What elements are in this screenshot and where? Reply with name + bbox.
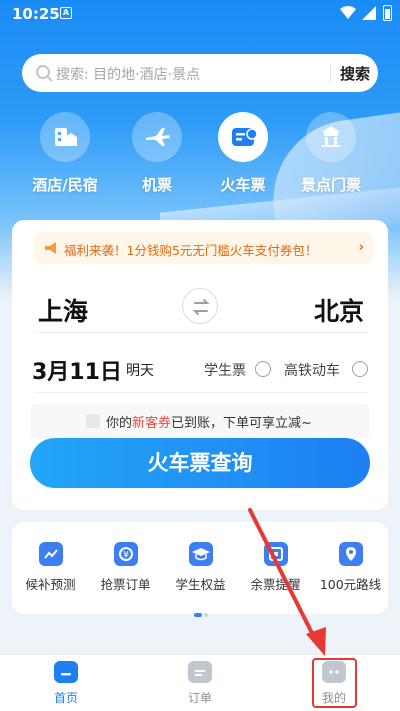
student-ticket-label: 学生票 <box>204 363 246 379</box>
highspeed-checkbox[interactable] <box>352 361 368 377</box>
search-bar[interactable]: 搜索: 目的地·酒店·景点 搜索 <box>22 54 378 92</box>
coupon-notice: 你的新客券已到账，下单可享立减~ <box>30 404 370 438</box>
promo-banner[interactable]: 福利来袭！1分钱购5元无门槛火车支付券包！ › <box>34 232 374 264</box>
battery-icon <box>383 5 392 21</box>
student-ticket-checkbox[interactable] <box>255 361 271 377</box>
chevron-right-icon: › <box>358 240 364 255</box>
departure-date[interactable]: 3月11日 <box>32 354 122 386</box>
waitlist-chart-icon <box>38 542 63 566</box>
category-nav: 酒店/民宿 机票 火车票 景点门票 <box>0 112 400 202</box>
status-bar: 10:25 A <box>0 0 400 30</box>
orders-icon <box>188 661 212 683</box>
megaphone-icon <box>45 242 56 254</box>
status-time: 10:25 <box>12 5 60 23</box>
tab-orders-label: 订单 <box>187 691 212 705</box>
hotel-icon <box>40 112 90 162</box>
category-attraction-label: 景点门票 <box>300 176 361 194</box>
home-icon <box>54 661 78 683</box>
category-flight[interactable]: 机票 <box>112 112 202 195</box>
divider <box>34 392 368 393</box>
coupon-icon <box>86 414 100 428</box>
remaining-ticket-icon <box>263 542 288 566</box>
graduation-cap-icon <box>188 542 213 566</box>
plane-icon <box>132 112 182 162</box>
quick-student[interactable]: 学生权益 <box>163 536 238 593</box>
swap-cities-button[interactable] <box>182 288 218 324</box>
quick-student-label: 学生权益 <box>175 577 226 592</box>
category-flight-label: 机票 <box>141 176 172 194</box>
category-attraction[interactable]: 景点门票 <box>286 112 376 195</box>
category-hotel[interactable]: 酒店/民宿 <box>20 112 110 195</box>
signal-icon <box>362 6 376 20</box>
attraction-icon <box>306 112 356 162</box>
tab-home[interactable]: 首页 <box>26 661 106 706</box>
category-train-label: 火车票 <box>220 176 266 194</box>
annotation-highlight-box <box>312 658 357 708</box>
search-input[interactable]: 搜索: 目的地·酒店·景点 <box>56 64 200 84</box>
search-icon <box>36 65 50 79</box>
route-location-icon <box>338 542 363 566</box>
tab-home-label: 首页 <box>53 691 78 705</box>
promo-text: 福利来袭！1分钱购5元无门槛火车支付券包！ <box>64 243 318 258</box>
quick-grab-order[interactable]: ¥ 抢票订单 <box>88 536 163 593</box>
quick-remaining-label: 余票提醒 <box>250 577 301 592</box>
svg-text:¥: ¥ <box>123 551 129 561</box>
arrival-city[interactable]: 北京 <box>314 292 364 328</box>
notification-badge-icon: A <box>60 7 72 19</box>
quick-waitlist-label: 候补预测 <box>25 577 76 592</box>
page-indicator <box>194 602 208 617</box>
departure-city[interactable]: 上海 <box>38 292 88 328</box>
search-divider <box>330 64 331 82</box>
quick-grab-order-label: 抢票订单 <box>100 577 151 592</box>
category-hotel-label: 酒店/民宿 <box>32 176 98 194</box>
coupon-highlight: 新客券 <box>132 416 172 431</box>
search-button[interactable]: 搜索 <box>340 63 370 84</box>
highspeed-label: 高铁动车 <box>284 363 340 379</box>
grab-ticket-icon: ¥ <box>113 542 138 566</box>
train-booking-card: 福利来袭！1分钱购5元无门槛火车支付券包！ › 上海 北京 3月11日 明天 学… <box>12 220 388 510</box>
tab-orders[interactable]: 订单 <box>160 661 240 706</box>
category-train[interactable]: 火车票 <box>198 112 288 195</box>
divider <box>34 332 368 333</box>
quick-route[interactable]: 100元路线 <box>313 536 388 593</box>
quick-actions: 候补预测 ¥ 抢票订单 学生权益 余票提醒 100元路线 <box>12 522 388 617</box>
train-ticket-icon <box>218 112 268 162</box>
coupon-text: 你的新客券已到账，下单可享立减~ <box>106 416 312 431</box>
quick-route-label: 100元路线 <box>319 577 382 592</box>
train-search-button[interactable]: 火车票查询 <box>30 438 370 488</box>
quick-remaining[interactable]: 余票提醒 <box>238 536 313 593</box>
swap-arrows-icon <box>192 299 210 315</box>
quick-waitlist[interactable]: 候补预测 <box>13 536 88 593</box>
date-note: 明天 <box>126 363 154 379</box>
wifi-icon <box>340 6 356 19</box>
